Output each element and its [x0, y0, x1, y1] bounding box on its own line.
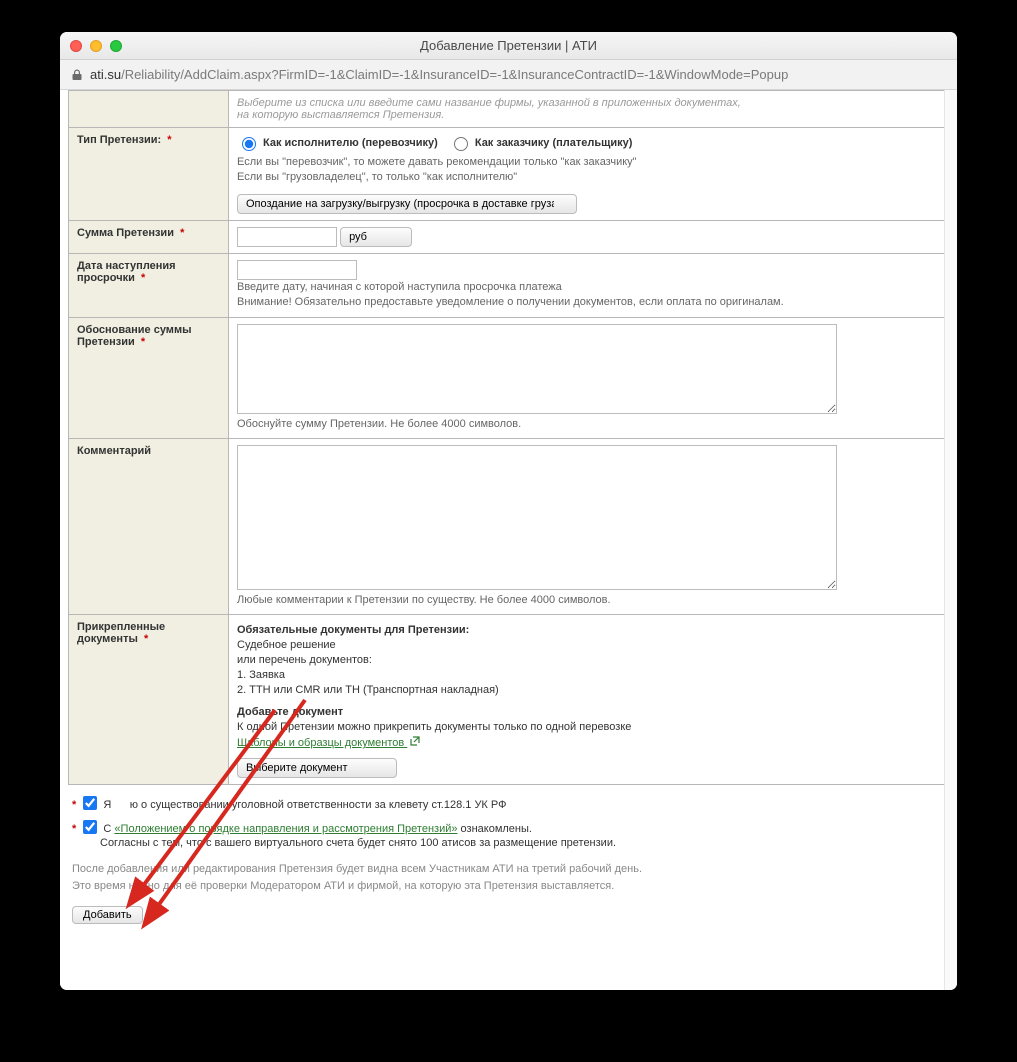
- radio-as-executor[interactable]: [242, 137, 256, 151]
- titlebar: Добавление Претензии | АТИ: [60, 32, 957, 60]
- window-title: Добавление Претензии | АТИ: [60, 38, 957, 53]
- label-overdue-date-1: Дата наступления: [77, 260, 176, 272]
- terms-line2: Согласны с тем, что с вашего виртуальног…: [100, 837, 616, 849]
- docs-select[interactable]: Выберите документ: [237, 758, 397, 778]
- docs-item-2: 2. ТТН или CMR или ТН (Транспортная накл…: [237, 684, 940, 696]
- window-minimize-button[interactable]: [90, 40, 102, 52]
- comment-textarea[interactable]: [237, 445, 837, 590]
- radio-as-executor-label[interactable]: Как исполнителю (перевозчику): [263, 137, 438, 149]
- claim-form: Выберите из списка или введите сами назв…: [68, 90, 949, 785]
- url-bar[interactable]: ati.su /Reliability/AddClaim.aspx?FirmID…: [60, 60, 957, 90]
- url-path: /Reliability/AddClaim.aspx?FirmID=-1&Cla…: [121, 67, 788, 82]
- checkbox-liability-acknowledge[interactable]: [83, 796, 97, 810]
- reason-hint: Обоснуйте сумму Претензии. Не более 4000…: [237, 418, 521, 430]
- comment-hint: Любые комментарии к Претензии по существ…: [237, 594, 611, 606]
- overdue-hint1: Введите дату, начиная с которой наступил…: [237, 281, 562, 293]
- label-claim-type: Тип Претензии:: [77, 134, 161, 146]
- footer-note-1: После добавления или редактирования Прет…: [72, 861, 945, 878]
- window-close-button[interactable]: [70, 40, 82, 52]
- external-link-icon: [410, 736, 420, 746]
- terms-text-before: С: [103, 823, 111, 835]
- terms-text-after: ознакомлены.: [461, 823, 532, 835]
- docs-templates-link[interactable]: Шаблоны и образцы документов: [237, 737, 407, 749]
- liability-text-before: Я: [103, 799, 111, 811]
- radio-as-customer[interactable]: [454, 137, 468, 151]
- liability-text-after: ю о существовании уголовной ответственно…: [130, 799, 507, 811]
- checkbox-terms-acknowledge[interactable]: [83, 820, 97, 834]
- url-host: ati.su: [90, 67, 121, 82]
- lock-icon: [70, 68, 84, 82]
- submit-button[interactable]: Добавить: [72, 906, 143, 924]
- docs-add-title: Добавьте документ: [237, 706, 940, 718]
- overdue-hint2: Внимание! Обязательно предоставьте уведо…: [237, 296, 784, 308]
- vertical-scrollbar[interactable]: [944, 90, 957, 990]
- claim-subtype-select[interactable]: Опоздание на загрузку/выгрузку (просрочк…: [237, 194, 577, 214]
- claim-sum-input[interactable]: [237, 227, 337, 247]
- docs-or: или перечень документов:: [237, 654, 940, 666]
- page-content: Выберите из списка или введите сами назв…: [60, 90, 957, 990]
- radio-as-customer-label[interactable]: Как заказчику (плательщику): [475, 137, 633, 149]
- footer-note-2: Это время нужно для её проверки Модерато…: [72, 878, 945, 895]
- docs-judgment: Судебное решение: [237, 639, 940, 651]
- window-zoom-button[interactable]: [110, 40, 122, 52]
- docs-item-1: 1. Заявка: [237, 669, 940, 681]
- firm-hint-line1: Выберите из списка или введите сами назв…: [237, 97, 741, 109]
- overdue-date-input[interactable]: [237, 260, 357, 280]
- docs-add-hint: К одной Претензии можно прикрепить докум…: [237, 721, 940, 733]
- terms-link[interactable]: «Положением о порядке направления и расс…: [114, 823, 457, 835]
- currency-select[interactable]: руб: [340, 227, 412, 247]
- label-comment: Комментарий: [77, 445, 151, 457]
- firm-hint-line2: на которую выставляется Претензия.: [237, 109, 444, 121]
- docs-required-title: Обязательные документы для Претензии:: [237, 624, 940, 636]
- claim-type-hint2: Если вы "грузовладелец", то только "как …: [237, 170, 940, 185]
- label-overdue-date-2: просрочки: [77, 272, 135, 284]
- browser-window: Добавление Претензии | АТИ ati.su /Relia…: [60, 32, 957, 990]
- label-docs-1: Прикрепленные: [77, 621, 165, 633]
- claim-type-hint1: Если вы "перевозчик", то можете давать р…: [237, 155, 940, 170]
- label-docs-2: документы: [77, 633, 138, 645]
- label-reason-1: Обоснование суммы: [77, 324, 191, 336]
- label-reason-2: Претензии: [77, 336, 135, 348]
- reason-textarea[interactable]: [237, 324, 837, 414]
- label-claim-sum: Сумма Претензии: [77, 227, 174, 239]
